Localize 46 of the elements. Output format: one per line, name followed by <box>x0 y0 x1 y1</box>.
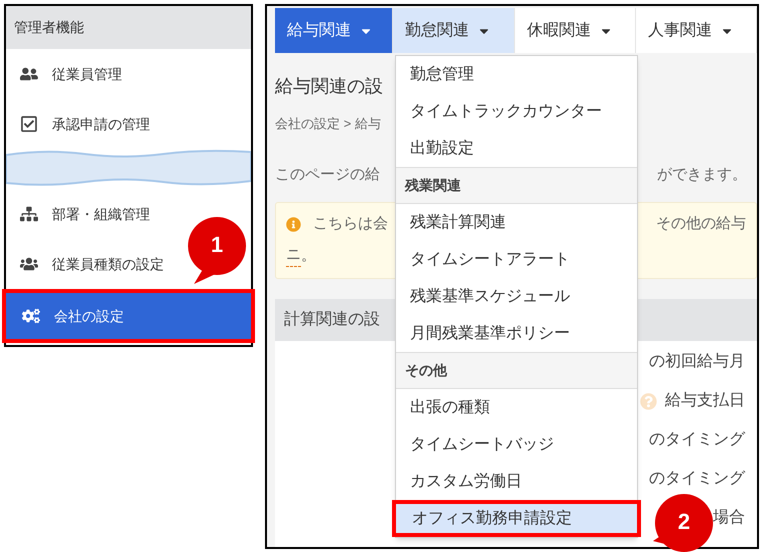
menu-item[interactable]: カスタム労働日 <box>396 463 637 500</box>
menu-group-header: その他 <box>396 352 637 389</box>
sidebar-item[interactable]: 承認申請の管理 <box>6 99 164 149</box>
sidebar-item-label: 部署・組織管理 <box>52 204 150 224</box>
menu-group-header: 残業関連 <box>396 167 637 204</box>
sidebar-item-label: 従業員種類の設定 <box>52 254 164 274</box>
settings-icon <box>22 307 40 325</box>
breadcrumb: 会社の設定 > 給与 <box>275 115 381 133</box>
menu-item[interactable]: 残業計算関連 <box>396 204 637 241</box>
help-icon <box>640 392 657 410</box>
menu-item[interactable]: 出勤設定 <box>396 130 637 167</box>
checkbox-icon <box>20 115 38 133</box>
notice-link[interactable]: ニ <box>286 244 301 267</box>
group-icon <box>20 255 38 273</box>
setting-label: のタイミング <box>649 430 745 450</box>
sidebar-item-label: 承認申請の管理 <box>52 114 150 134</box>
setting-label: の初回給与月 <box>649 352 745 372</box>
notice-text: 。 <box>301 246 316 266</box>
sidebar-item[interactable]: 従業員種類の設定 <box>6 239 178 289</box>
menu-item[interactable]: 勤怠管理 <box>396 56 637 93</box>
sidebar-header: 管理者機能 <box>6 6 251 49</box>
page-title: 給与関連の設 <box>275 75 383 98</box>
org-chart-icon <box>20 205 38 223</box>
sidebar-item[interactable]: 部署・組織管理 <box>6 189 164 239</box>
menu-item[interactable]: タイムシートバッジ <box>396 426 637 463</box>
menu-item[interactable]: オフィス勤務申請設定 <box>392 500 641 537</box>
sidebar-item[interactable]: 従業員管理 <box>6 49 136 99</box>
menu-item[interactable]: タイムトラックカウンター <box>396 93 637 130</box>
menu-item[interactable]: タイムシートアラート <box>396 241 637 278</box>
sidebar-item-label: 会社の設定 <box>54 306 124 326</box>
setting-label: のタイミング <box>649 469 745 489</box>
nav-tab[interactable]: 給与関連 <box>275 8 393 53</box>
sidebar-item-label: 従業員管理 <box>52 64 122 84</box>
notice-text: こちらは会 <box>313 214 388 234</box>
notice-text: その他の給与 <box>656 214 746 234</box>
description-text: ができます。 <box>657 164 747 184</box>
sidebar-item[interactable]: 会社の設定 <box>2 289 255 343</box>
setting-label: 給与支払日 <box>665 390 745 411</box>
menu-item[interactable]: 出張の種類 <box>396 389 637 426</box>
info-icon <box>286 216 301 232</box>
nav-tab[interactable]: 休暇関連 <box>515 8 636 53</box>
people-icon <box>20 65 38 83</box>
nav-tab[interactable]: 人事関連 <box>636 8 757 53</box>
nav-tab[interactable]: 勤怠関連 <box>393 8 515 53</box>
setting-label: 場合 <box>713 508 745 528</box>
description-text: このページの給 <box>275 164 380 184</box>
